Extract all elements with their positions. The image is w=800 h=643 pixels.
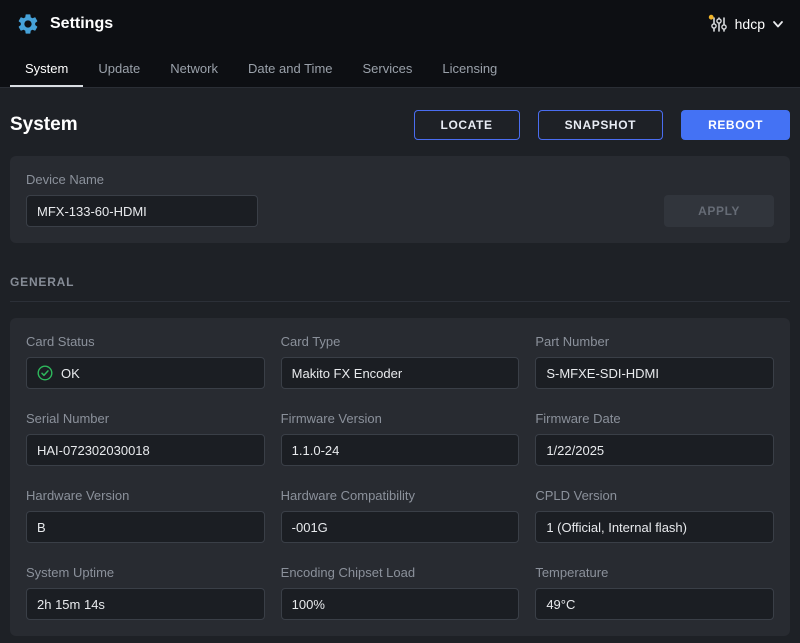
field-value: OK: [26, 357, 265, 389]
field-value: 2h 15m 14s: [26, 588, 265, 620]
locate-button[interactable]: LOCATE: [414, 110, 520, 140]
general-section-head: GENERAL: [10, 273, 790, 302]
tab-system[interactable]: System: [10, 48, 83, 87]
user-menu[interactable]: hdcp: [708, 14, 784, 34]
field-label: Encoding Chipset Load: [281, 565, 520, 580]
device-name-group: Device Name: [26, 172, 258, 227]
field-label: Temperature: [535, 565, 774, 580]
field-firmware-version: Firmware Version 1.1.0-24: [281, 411, 520, 466]
tab-services[interactable]: Services: [348, 48, 428, 87]
device-name-card: Device Name APPLY: [10, 156, 790, 243]
field-label: Hardware Compatibility: [281, 488, 520, 503]
field-value: B: [26, 511, 265, 543]
field-value: S-MFXE-SDI-HDMI: [535, 357, 774, 389]
field-value: 1/22/2025: [535, 434, 774, 466]
page-title: System: [10, 114, 78, 136]
field-temperature: Temperature 49°C: [535, 565, 774, 620]
device-name-input[interactable]: [26, 195, 258, 227]
field-label: Serial Number: [26, 411, 265, 426]
device-name-label: Device Name: [26, 172, 258, 187]
field-value: HAI-072302030018: [26, 434, 265, 466]
snapshot-button[interactable]: SNAPSHOT: [538, 110, 663, 140]
field-cpld-version: CPLD Version 1 (Official, Internal flash…: [535, 488, 774, 543]
field-hardware-version: Hardware Version B: [26, 488, 265, 543]
app-title: Settings: [50, 15, 113, 33]
tab-date-and-time[interactable]: Date and Time: [233, 48, 348, 87]
general-card: Card Status OK Card Type Makito FX Encod…: [10, 318, 790, 636]
field-label: Part Number: [535, 334, 774, 349]
field-hardware-compatibility: Hardware Compatibility -001G: [281, 488, 520, 543]
field-label: CPLD Version: [535, 488, 774, 503]
general-section-title: GENERAL: [10, 275, 74, 289]
field-value: 1 (Official, Internal flash): [535, 511, 774, 543]
tab-licensing[interactable]: Licensing: [427, 48, 512, 87]
field-value-text: OK: [61, 366, 80, 381]
field-encoding-chipset-load: Encoding Chipset Load 100%: [281, 565, 520, 620]
reboot-button[interactable]: REBOOT: [681, 110, 790, 140]
gear-icon: [16, 12, 40, 36]
sliders-icon: [708, 14, 728, 34]
field-label: System Uptime: [26, 565, 265, 580]
field-value: Makito FX Encoder: [281, 357, 520, 389]
main-content: System LOCATE SNAPSHOT REBOOT Device Nam…: [0, 110, 800, 636]
field-value: 1.1.0-24: [281, 434, 520, 466]
field-label: Hardware Version: [26, 488, 265, 503]
chevron-down-icon: [772, 18, 784, 30]
apply-button[interactable]: APPLY: [664, 195, 774, 227]
field-label: Card Status: [26, 334, 265, 349]
field-part-number: Part Number S-MFXE-SDI-HDMI: [535, 334, 774, 389]
tab-update[interactable]: Update: [83, 48, 155, 87]
app-header: Settings hdcp: [0, 0, 800, 48]
field-serial-number: Serial Number HAI-072302030018: [26, 411, 265, 466]
settings-tab-bar: System Update Network Date and Time Serv…: [0, 48, 800, 88]
tab-network[interactable]: Network: [155, 48, 233, 87]
page-head: System LOCATE SNAPSHOT REBOOT: [10, 110, 790, 140]
field-card-status: Card Status OK: [26, 334, 265, 389]
field-value: 100%: [281, 588, 520, 620]
field-label: Firmware Date: [535, 411, 774, 426]
check-circle-icon: [37, 365, 53, 381]
field-firmware-date: Firmware Date 1/22/2025: [535, 411, 774, 466]
page-actions: LOCATE SNAPSHOT REBOOT: [414, 110, 790, 140]
field-value: 49°C: [535, 588, 774, 620]
field-value: -001G: [281, 511, 520, 543]
field-system-uptime: System Uptime 2h 15m 14s: [26, 565, 265, 620]
user-label: hdcp: [735, 16, 765, 32]
field-label: Card Type: [281, 334, 520, 349]
field-card-type: Card Type Makito FX Encoder: [281, 334, 520, 389]
field-label: Firmware Version: [281, 411, 520, 426]
